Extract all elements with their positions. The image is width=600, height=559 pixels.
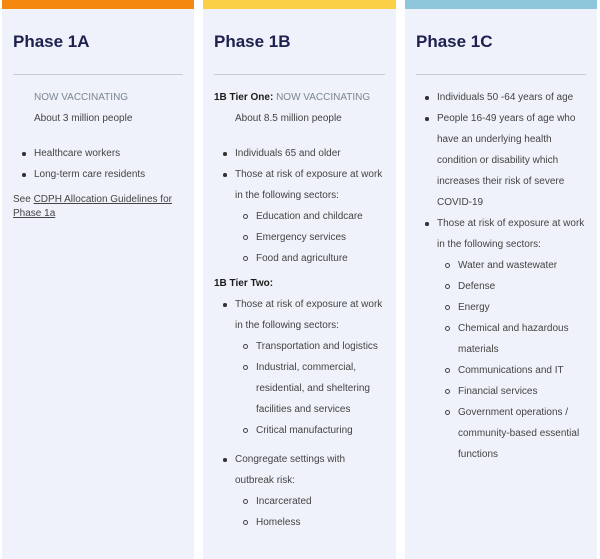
phase-1a-accent-bar	[2, 0, 194, 9]
list-item: Congregate settings with outbreak risk: …	[214, 449, 385, 533]
tier-two-label: 1B Tier Two:	[214, 278, 274, 289]
sub-list-item: Energy	[458, 302, 490, 313]
phase-1a-card: Phase 1A NOW VACCINATING About 3 million…	[2, 0, 194, 559]
tier-one-label: 1B Tier One:	[214, 92, 274, 103]
sector-list: Water and wastewater Defense Energy Chem…	[437, 255, 586, 465]
sub-list-item: Food and agriculture	[256, 253, 348, 264]
sub-list-item: Chemical and hazardous materials	[458, 323, 569, 355]
phase-1a-title: Phase 1A	[13, 32, 90, 51]
sector-list: Transportation and logistics Industrial,…	[235, 336, 385, 441]
tier-two-groups: Those at risk of exposure at work in the…	[214, 294, 385, 533]
sector-list: Incarcerated Homeless	[235, 491, 385, 533]
phase-1b-title: Phase 1B	[214, 32, 291, 51]
list-item: Long-term care residents	[34, 169, 146, 180]
sub-list-item: Incarcerated	[256, 496, 312, 507]
sector-list: Education and childcare Emergency servic…	[235, 206, 385, 269]
phase-1a-divider	[13, 74, 183, 75]
phase-1a-groups: Healthcare workers Long-term care reside…	[13, 143, 183, 185]
sub-list-item: Government operations / community-based …	[458, 407, 580, 460]
tier-one-status: NOW VACCINATING	[276, 92, 371, 103]
list-item: Healthcare workers	[34, 148, 121, 159]
tier-one-groups: Individuals 65 and older Those at risk o…	[214, 143, 385, 269]
tier-one-heading: 1B Tier One: NOW VACCINATING	[214, 87, 385, 108]
list-item: Those at risk of exposure at work in the…	[416, 213, 586, 465]
phase-1b-divider	[214, 74, 385, 75]
sub-list-item: Defense	[458, 281, 496, 292]
sub-list-item: Financial services	[458, 386, 538, 397]
sub-list-item: Transportation and logistics	[256, 341, 378, 352]
phase-1c-accent-bar	[405, 0, 597, 9]
phase-1b-card: Phase 1B 1B Tier One: NOW VACCINATING Ab…	[203, 0, 396, 559]
phase-1a-status: NOW VACCINATING	[34, 92, 129, 103]
list-item: Individuals 50 -64 years of age	[437, 92, 574, 103]
sub-list-item: Emergency services	[256, 232, 347, 243]
phase-1c-groups: Individuals 50 -64 years of age People 1…	[416, 87, 586, 465]
sub-list-item: Critical manufacturing	[256, 425, 353, 436]
tier-two-heading: 1B Tier Two:	[214, 273, 385, 294]
sub-list-item: Communications and IT	[458, 365, 564, 376]
sub-list-item: Homeless	[256, 517, 301, 528]
list-item: Those at risk of exposure at work in the…	[214, 294, 385, 441]
list-item: Those at risk of exposure at work in the…	[214, 164, 385, 269]
sub-list-item: Education and childcare	[256, 211, 363, 222]
sub-list-item: Water and wastewater	[458, 260, 558, 271]
phase-1c-divider	[416, 74, 586, 75]
phase-1a-see-more: See CDPH Allocation Guidelines for Phase…	[13, 194, 172, 219]
list-item: People 16-49 years of age who have an un…	[437, 113, 576, 208]
phase-1a-population: About 3 million people	[34, 113, 133, 124]
cdph-guidelines-link[interactable]: CDPH Allocation Guidelines for Phase 1a	[13, 194, 172, 219]
phase-1c-title: Phase 1C	[416, 32, 493, 51]
tier-one-population: About 8.5 million people	[235, 113, 342, 124]
phase-1b-accent-bar	[203, 0, 396, 9]
phase-1c-card: Phase 1C Individuals 50 -64 years of age…	[405, 0, 597, 559]
sub-list-item: Industrial, commercial, residential, and…	[256, 362, 370, 415]
list-item: Individuals 65 and older	[235, 148, 341, 159]
